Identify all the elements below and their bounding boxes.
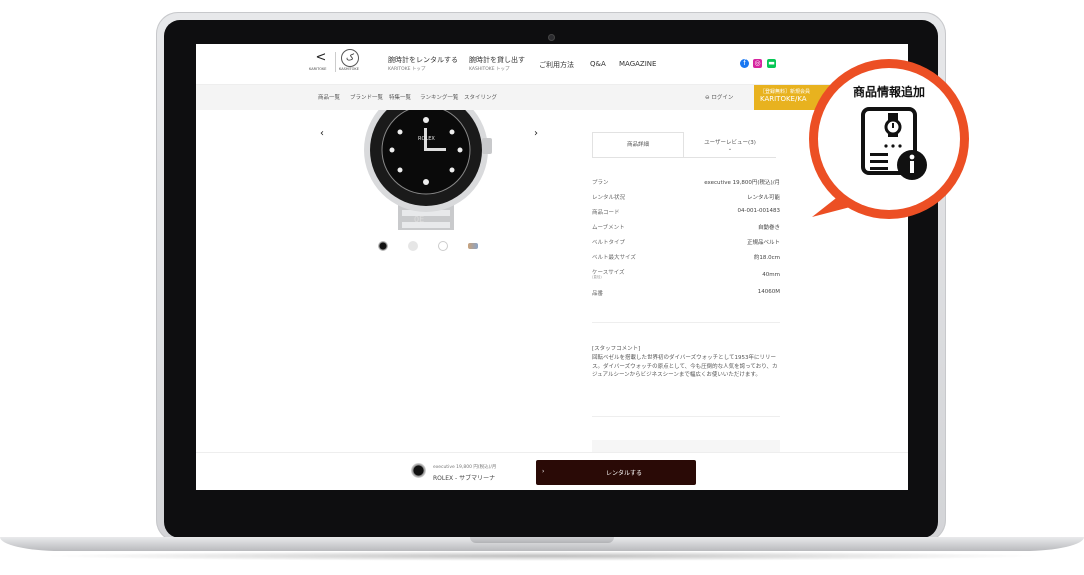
nav-qa[interactable]: Q&A	[590, 60, 606, 68]
subnav-styling[interactable]: スタイリング	[464, 93, 497, 101]
product-info-panel: 商品詳細 ユーザーレビュー(3) ⌄ プラン executive 19,800円…	[592, 120, 780, 460]
spec-row-belt-size: ベルト最大サイズ 約18.0cm	[592, 253, 780, 266]
spec-row-movement: ムーブメント 自動巻き	[592, 223, 780, 236]
bar-product-name: ROLEX - サブマリーナ	[433, 475, 496, 482]
product-thumbnail	[411, 463, 426, 478]
spec-label: ベルト最大サイズ	[592, 255, 636, 261]
product-info-callout	[809, 59, 969, 219]
instagram-icon[interactable]: ◎	[753, 59, 762, 68]
spec-value: レンタル可能	[746, 195, 780, 201]
nav-lend-watch[interactable]: 腕時計を貸し出す	[469, 55, 525, 65]
spec-value: 自動巻き	[757, 225, 780, 231]
nav-rent-watch-sub: KARITOKE トップ	[388, 67, 426, 72]
logo-divider	[335, 52, 336, 72]
kashitoke-logo-text: KASHITOKE	[339, 67, 359, 71]
thumbnail-1[interactable]	[378, 241, 388, 251]
spec-label: ベルトタイプ	[592, 240, 626, 246]
subnav-brands[interactable]: ブランド一覧	[350, 93, 383, 101]
divider	[592, 416, 780, 417]
spec-label: ムーブメント	[592, 225, 625, 231]
spec-value: 正規品ベルト	[746, 240, 780, 246]
tab-product-details[interactable]: 商品詳細	[592, 132, 684, 158]
spec-row-model: 品番 14060M	[592, 289, 780, 302]
spec-row-belt-type: ベルトタイプ 正規品ベルト	[592, 238, 780, 251]
spec-sublabel: (直径)	[592, 275, 602, 279]
staff-comment-text: 回転ベゼルを搭載した世界初のダイバーズウォッチとして1953年にリリース。ダイバ…	[592, 355, 778, 378]
spec-label: 商品コード	[592, 210, 620, 216]
tab-user-reviews[interactable]: ユーザーレビュー(3) ⌄	[684, 132, 776, 158]
divider	[592, 322, 780, 323]
carousel-prev-arrow-icon[interactable]: ‹	[320, 128, 324, 139]
kashitoke-logo-icon[interactable]: ک	[341, 49, 359, 67]
tab-user-reviews-label: ユーザーレビュー(3)	[704, 140, 756, 146]
spec-label: プラン	[592, 180, 609, 186]
callout-label: 商品情報追加	[852, 85, 925, 99]
camera-icon	[548, 34, 555, 41]
subnav-features[interactable]: 特集一覧	[389, 93, 411, 101]
karitoke-logo-icon[interactable]: <	[310, 50, 332, 65]
rolex-watch-image: ROLEX 0E	[364, 110, 492, 230]
karitoke-logo-text: KARITOKE	[309, 67, 327, 71]
facebook-icon[interactable]: f	[740, 59, 749, 68]
chevron-down-icon: ⌄	[727, 146, 733, 152]
nav-lend-watch-sub: KASHITOKE トップ	[469, 67, 510, 72]
spec-row-plan: プラン executive 19,800円(税込)/月	[592, 178, 780, 191]
spec-value: executive 19,800円(税込)/月	[704, 180, 780, 186]
nav-rent-watch[interactable]: 腕時計をレンタルする	[388, 55, 458, 65]
thumbnail-4[interactable]	[468, 243, 478, 249]
rent-button[interactable]: › レンタルする	[536, 460, 696, 485]
subnav-products[interactable]: 商品一覧	[318, 93, 340, 101]
spec-value: 40mm	[762, 272, 780, 278]
nav-magazine[interactable]: MAGAZINE	[619, 60, 656, 68]
line-icon[interactable]: ▬	[767, 59, 776, 68]
staff-comment-title: [スタッフコメント]	[592, 346, 641, 352]
spec-label: 品番	[592, 291, 604, 297]
login-label: ログイン	[711, 95, 734, 101]
spec-value: 04-001-001483	[737, 208, 780, 214]
bar-plan-price: executive 19,800 円(税込)/月	[433, 465, 497, 470]
subnav-ranking[interactable]: ランキング一覧	[420, 93, 458, 101]
svg-text:0E: 0E	[414, 215, 424, 224]
spec-row-status: レンタル状況 レンタル可能	[592, 193, 780, 206]
spec-value: 約18.0cm	[753, 255, 780, 261]
sticky-rent-bar: executive 19,800 円(税込)/月 ROLEX - サブマリーナ …	[196, 452, 908, 490]
chevron-right-icon: ›	[542, 468, 545, 475]
spec-row-case-size: ケースサイズ (直径) 40mm	[592, 268, 780, 286]
svg-text:ROLEX: ROLEX	[418, 136, 435, 142]
laptop-shadow	[40, 551, 1044, 561]
spec-label: レンタル状況	[592, 195, 626, 201]
thumbnail-2[interactable]	[408, 241, 418, 251]
thumbnail-3[interactable]	[438, 241, 448, 251]
spec-value: 14060M	[757, 289, 780, 295]
laptop-notch	[470, 537, 614, 543]
login-link[interactable]: ⊖ ログイン	[705, 93, 733, 101]
spec-row-code: 商品コード 04-001-001483	[592, 208, 780, 221]
rent-button-label: レンタルする	[606, 470, 643, 477]
carousel-next-arrow-icon[interactable]: ›	[534, 128, 538, 139]
nav-how-to-use[interactable]: ご利用方法	[539, 60, 574, 70]
